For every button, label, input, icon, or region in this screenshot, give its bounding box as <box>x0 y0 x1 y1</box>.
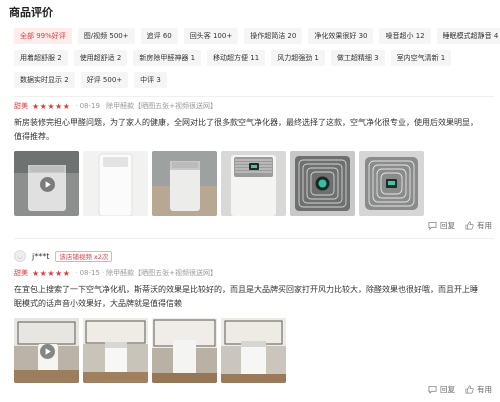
tag-neutral[interactable]: 中评 3 <box>134 72 167 88</box>
divider <box>14 238 494 239</box>
tag-strong-wind[interactable]: 风力超强劲 1 <box>271 50 325 66</box>
tag-follow-up[interactable]: 追评 60 <box>140 28 178 44</box>
reply-label: 回复 <box>440 221 455 230</box>
tag-fine-work[interactable]: 做工超精细 3 <box>330 50 385 66</box>
review-filter-tags: 全部 99%好评 图/视频 500+ 追评 60 回头客 100+ 操作超简洁 … <box>14 28 500 94</box>
tag-comfortable[interactable]: 用着超舒服 2 <box>14 50 68 66</box>
review-photos <box>14 151 494 216</box>
variant-label: 甜美 <box>14 269 28 277</box>
tag-easy-operation[interactable]: 操作超简洁 20 <box>244 28 303 44</box>
star-rating: ★★★★★ <box>32 268 71 278</box>
review-photo[interactable] <box>359 151 424 216</box>
tag-row: 数据实时显示 2 好评 500+ 中评 3 <box>14 72 494 88</box>
play-icon[interactable] <box>39 176 55 192</box>
review-spec: 除甲醛款 <box>106 102 135 110</box>
tag-photo-video[interactable]: 图/视频 500+ <box>77 28 135 44</box>
review-meta: 甜美 ★★★★★ · 08-15 · 除甲醛款 【晒图五张+视频很送网】 <box>14 268 218 278</box>
tag-row: 全部 99%好评 图/视频 500+ 追评 60 回头客 100+ 操作超简洁 … <box>14 28 500 44</box>
useful-button[interactable]: 有用 <box>465 384 492 395</box>
tag-fresh-air[interactable]: 室内空气清新 1 <box>390 50 452 66</box>
review-meta: 甜美 ★★★★★ · 08-19 · 除甲醛款 【晒图五张+视频很送网】 <box>14 101 218 111</box>
review-date: 08-19 <box>79 102 100 110</box>
tag-low-noise[interactable]: 噪音超小 12 <box>379 28 431 44</box>
thumbs-up-icon <box>465 221 474 230</box>
comment-icon <box>428 385 437 394</box>
tag-formaldehyde[interactable]: 新房除甲醛神器 1 <box>133 50 202 66</box>
tag-comfortable-use[interactable]: 使用超舒适 2 <box>73 50 128 66</box>
review-photos <box>14 318 494 383</box>
variant-label: 甜美 <box>14 102 28 110</box>
review-photo[interactable] <box>290 151 355 216</box>
useful-label: 有用 <box>477 385 492 394</box>
review-video-thumbnail[interactable] <box>14 318 79 383</box>
play-icon[interactable] <box>39 343 55 359</box>
reply-button[interactable]: 回复 <box>428 220 455 231</box>
useful-button[interactable]: 有用 <box>465 220 492 231</box>
review-item: ◡ j***t 该店铺视频 x2次 甜美 ★★★★★ · 08-15 · 除甲醛… <box>14 248 494 383</box>
review-video-thumbnail[interactable] <box>14 151 79 216</box>
avatar-icon: ◡ <box>14 250 26 262</box>
tag-all[interactable]: 全部 99%好评 <box>14 28 72 44</box>
review-actions: 回复 有用 <box>418 220 492 231</box>
review-photo[interactable] <box>221 151 286 216</box>
thumbs-up-icon <box>465 385 474 394</box>
reply-label: 回复 <box>440 385 455 394</box>
review-actions: 回复 有用 <box>418 384 492 395</box>
divider <box>14 96 494 97</box>
review-content: 在宜包上搜索了一下空气净化机，斯蒂沃的效果是比较好的，而且是大品牌买回家打开风力… <box>14 285 478 308</box>
review-photo[interactable] <box>221 318 286 383</box>
tag-purify-effect[interactable]: 净化效果很好 30 <box>308 28 374 44</box>
tag-repeat-customer[interactable]: 回头客 100+ <box>183 28 239 44</box>
tag-realtime-data[interactable]: 数据实时显示 2 <box>14 72 75 88</box>
reviewer-badge: 该店铺视频 x2次 <box>55 250 113 262</box>
reply-button[interactable]: 回复 <box>428 384 455 395</box>
section-title: 商品评价 <box>9 6 53 19</box>
comment-icon <box>428 221 437 230</box>
review-photo[interactable] <box>83 318 148 383</box>
tag-row: 用着超舒服 2 使用超舒适 2 新房除甲醛神器 1 移动超方便 11 风力超强劲… <box>14 50 494 66</box>
review-photo[interactable] <box>152 318 217 383</box>
review-source: 【晒图五张+视频很送网】 <box>134 269 218 277</box>
review-photo[interactable] <box>83 151 148 216</box>
review-item: 甜美 ★★★★★ · 08-19 · 除甲醛款 【晒图五张+视频很送网】 新房装… <box>14 100 494 216</box>
reviewer-name: j***t <box>32 251 50 261</box>
review-source: 【晒图五张+视频很送网】 <box>134 102 218 110</box>
tag-positive[interactable]: 好评 500+ <box>80 72 129 88</box>
review-date: 08-15 <box>79 269 100 277</box>
tag-easy-move[interactable]: 移动超方便 11 <box>207 50 266 66</box>
reviewer-info: ◡ j***t 该店铺视频 x2次 <box>14 248 494 264</box>
review-photo[interactable] <box>152 151 217 216</box>
star-rating: ★★★★★ <box>32 101 71 111</box>
useful-label: 有用 <box>477 221 492 230</box>
review-content: 新房装修完担心甲醛问题，为了家人的健康，全网对比了很多款空气净化器，最终选择了这… <box>14 118 478 141</box>
tag-sleep-mode[interactable]: 睡眠模式超静音 4 <box>436 28 500 44</box>
review-spec: 除甲醛款 <box>106 269 135 277</box>
